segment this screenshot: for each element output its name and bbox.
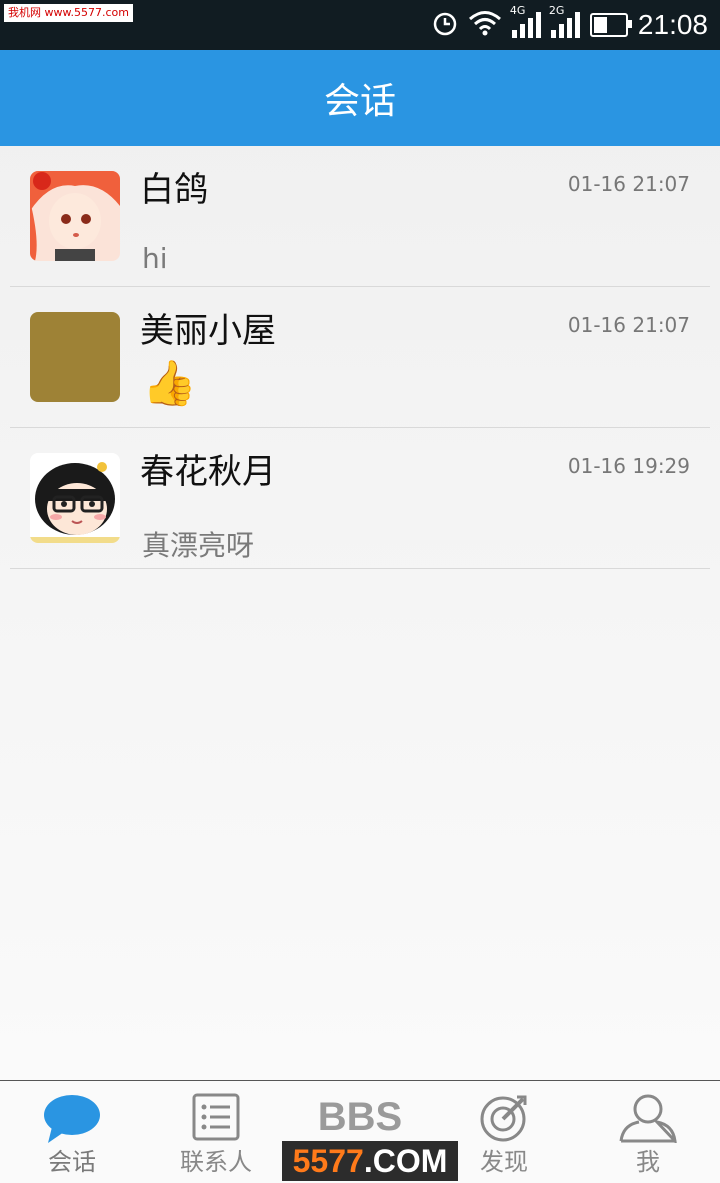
tab-contacts[interactable]: 联系人 bbox=[144, 1081, 288, 1183]
signal-4g-icon: 4G bbox=[510, 4, 541, 38]
tab-conversations[interactable]: 会话 bbox=[0, 1081, 144, 1183]
conversation-item[interactable]: 春花秋月 01-16 19:29 真漂亮呀 bbox=[10, 428, 710, 569]
app-header: 会话 bbox=[0, 50, 720, 146]
watermark-top: 我机网 www.5577.com bbox=[4, 4, 133, 22]
watermark-bottom: 5577.COM bbox=[282, 1141, 458, 1181]
message-time: 01-16 21:07 bbox=[567, 172, 690, 196]
chat-bubble-icon bbox=[42, 1093, 102, 1149]
tab-label: 我 bbox=[636, 1148, 660, 1176]
person-icon bbox=[619, 1093, 678, 1147]
alarm-icon bbox=[432, 10, 458, 40]
avatar bbox=[30, 171, 120, 261]
page-title: 会话 bbox=[323, 81, 396, 122]
thumbs-up-emoji: 👍 bbox=[142, 358, 197, 409]
net-2g-label: 2G bbox=[548, 4, 565, 17]
conversation-item[interactable]: 美丽小屋 01-16 21:07 👍 bbox=[10, 287, 710, 428]
discover-target-icon bbox=[479, 1093, 529, 1147]
contacts-list-icon bbox=[192, 1093, 240, 1145]
battery-fill bbox=[593, 17, 607, 33]
contact-name: 春花秋月 bbox=[140, 452, 276, 492]
conversation-item[interactable]: 白鸽 01-16 21:07 hi bbox=[10, 146, 710, 287]
message-preview: hi bbox=[142, 242, 168, 275]
battery-icon bbox=[589, 13, 632, 37]
status-bar: 我机网 www.5577.com 4G 2G 21:08 bbox=[0, 0, 720, 50]
conversation-list: 白鸽 01-16 21:07 hi 美丽小屋 01-16 21:07 👍 春花秋… bbox=[0, 146, 720, 569]
bottom-tab-bar: 会话 联系人 BBS 发现 我 5577.COM bbox=[0, 1080, 720, 1183]
message-time: 01-16 21:07 bbox=[567, 313, 690, 337]
status-icons: 4G 2G 21:08 bbox=[432, 0, 708, 50]
bbs-icon: BBS bbox=[317, 1095, 403, 1139]
contact-name: 白鸽 bbox=[140, 170, 208, 210]
message-preview: 真漂亮呀 bbox=[142, 529, 255, 562]
watermark-domain: .COM bbox=[363, 1143, 448, 1179]
watermark-number: 5577 bbox=[292, 1143, 364, 1179]
net-4g-label: 4G bbox=[509, 4, 526, 17]
avatar bbox=[30, 453, 120, 543]
signal-2g-icon: 2G bbox=[549, 4, 580, 38]
message-time: 01-16 19:29 bbox=[567, 454, 690, 478]
avatar bbox=[30, 312, 120, 402]
tab-label: 联系人 bbox=[180, 1148, 252, 1176]
tab-me[interactable]: 我 bbox=[576, 1081, 720, 1183]
tab-label: 会话 bbox=[48, 1148, 96, 1176]
wifi-icon bbox=[468, 10, 502, 40]
clock: 21:08 bbox=[637, 9, 708, 40]
contact-name: 美丽小屋 bbox=[140, 311, 276, 351]
